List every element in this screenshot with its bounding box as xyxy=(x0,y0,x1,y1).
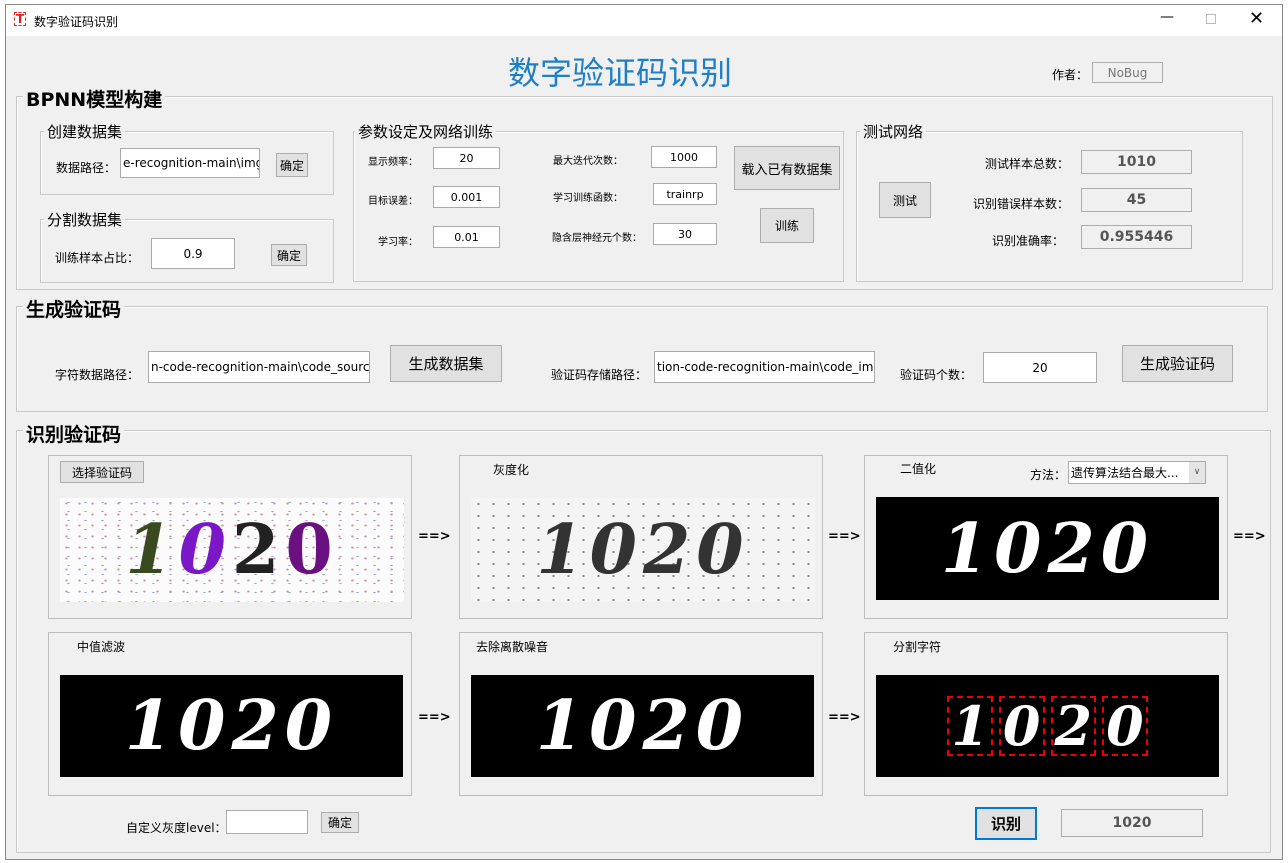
store-path-input[interactable]: tion-code-recognition-main\code_img\ xyxy=(654,351,875,383)
select-captcha-button[interactable]: 选择验证码 xyxy=(60,461,144,483)
goal-input[interactable]: 0.001 xyxy=(433,186,500,208)
load-dataset-button[interactable]: 载入已有数据集 xyxy=(734,146,840,190)
median-captcha-image: 1020 xyxy=(60,675,403,777)
goal-label: 目标误差： xyxy=(368,196,418,207)
accuracy-value: 0.955446 xyxy=(1081,225,1192,249)
char-path-input[interactable]: n-code-recognition-main\code_source\ xyxy=(148,351,370,383)
custom-gray-confirm-button[interactable]: 确定 xyxy=(321,812,359,833)
original-captcha-image: 1020 xyxy=(60,498,404,602)
median-label: 中值滤波 xyxy=(77,640,126,654)
denoise-label: 去除离散噪音 xyxy=(476,640,549,654)
captcha-count-input[interactable]: 20 xyxy=(983,352,1097,383)
binary-label: 二值化 xyxy=(900,462,937,476)
maximize-button[interactable] xyxy=(1206,14,1216,24)
hidden-neurons-input[interactable]: 30 xyxy=(653,223,717,245)
recognize-panel-title: 识别验证码 xyxy=(23,420,125,447)
close-button[interactable]: ✕ xyxy=(1249,8,1264,29)
page-title: 数字验证码识别 xyxy=(508,54,733,92)
char-path-label: 字符数据路径： xyxy=(55,368,140,382)
segmented-digit: 0 xyxy=(998,696,1045,756)
test-title: 测试网络 xyxy=(860,121,927,142)
captcha-digit: 0 xyxy=(178,510,232,590)
title-bar: T 数字验证码识别 — ✕ xyxy=(6,5,1282,36)
gray-label: 灰度化 xyxy=(493,463,530,477)
denoise-captcha-image: 1020 xyxy=(471,675,814,777)
custom-gray-label: 自定义灰度level： xyxy=(126,821,227,835)
create-dataset-confirm-button[interactable]: 确定 xyxy=(276,153,308,177)
chevron-down-icon: ∨ xyxy=(1189,462,1205,483)
train-ratio-input[interactable]: 0.9 xyxy=(151,238,235,269)
params-title: 参数设定及网络训练 xyxy=(355,121,497,142)
arrow-3: ==> xyxy=(1233,529,1266,544)
captcha-digit: 0 xyxy=(285,510,339,590)
captcha-digit: 2 xyxy=(232,510,286,590)
train-button[interactable]: 训练 xyxy=(760,208,814,243)
segment-label: 分割字符 xyxy=(893,640,942,654)
segmented-digit: 2 xyxy=(1050,696,1097,756)
gray-captcha-image: 1020 xyxy=(471,498,815,602)
data-path-label: 数据路径： xyxy=(56,161,117,175)
create-dataset-title: 创建数据集 xyxy=(44,121,126,142)
app-logo-icon: T xyxy=(14,12,27,26)
bpnn-panel-title: BPNN模型构建 xyxy=(23,85,166,112)
captcha-count-label: 验证码个数： xyxy=(900,368,973,382)
train-ratio-label: 训练样本占比： xyxy=(55,251,140,265)
lr-label: 学习率： xyxy=(378,237,418,248)
trainfcn-input[interactable]: trainrp xyxy=(653,183,717,205)
method-label: 方法： xyxy=(1030,468,1067,482)
minimize-button[interactable]: — xyxy=(1160,9,1174,25)
segment-captcha-image: 1020 xyxy=(876,675,1219,777)
author-label: 作者： xyxy=(1052,68,1089,82)
epochs-input[interactable]: 1000 xyxy=(651,146,717,168)
recognition-result: 1020 xyxy=(1061,809,1203,837)
arrow-1: ==> xyxy=(418,529,451,544)
window-title: 数字验证码识别 xyxy=(34,15,119,29)
segmented-digit: 0 xyxy=(1102,696,1148,756)
show-freq-input[interactable]: 20 xyxy=(433,147,500,169)
hidden-neurons-label: 隐含层神经元个数： xyxy=(552,233,642,244)
generate-panel-title: 生成验证码 xyxy=(23,295,125,322)
generate-dataset-button[interactable]: 生成数据集 xyxy=(390,345,502,382)
split-confirm-button[interactable]: 确定 xyxy=(271,244,307,266)
error-samples-label: 识别错误样本数： xyxy=(973,197,1070,211)
trainfcn-label: 学习训练函数： xyxy=(553,193,623,204)
arrow-4: ==> xyxy=(418,710,451,725)
custom-gray-input[interactable] xyxy=(226,810,308,834)
error-samples-value: 45 xyxy=(1081,188,1192,212)
binary-captcha-image: 1020 xyxy=(876,497,1219,600)
total-samples-label: 测试样本总数： xyxy=(985,157,1070,171)
segmented-digit: 1 xyxy=(947,696,993,756)
author-field: NoBug xyxy=(1092,62,1163,83)
total-samples-value: 1010 xyxy=(1081,150,1192,174)
epochs-label: 最大迭代次数： xyxy=(553,156,623,167)
method-dropdown[interactable]: 遗传算法结合最大... ∨ xyxy=(1068,461,1206,484)
accuracy-label: 识别准确率： xyxy=(992,234,1065,248)
lr-input[interactable]: 0.01 xyxy=(433,226,500,248)
method-selected: 遗传算法结合最大... xyxy=(1071,466,1179,480)
split-dataset-title: 分割数据集 xyxy=(44,209,126,230)
arrow-5: ==> xyxy=(828,710,861,725)
captcha-digit: 1 xyxy=(125,510,179,590)
data-path-input[interactable]: e-recognition-main\img\ xyxy=(120,148,260,178)
generate-captcha-button[interactable]: 生成验证码 xyxy=(1122,345,1233,382)
show-freq-label: 显示频率： xyxy=(368,157,418,168)
test-button[interactable]: 测试 xyxy=(879,182,931,218)
store-path-label: 验证码存储路径： xyxy=(551,368,648,382)
recognize-button[interactable]: 识别 xyxy=(975,807,1037,840)
arrow-2: ==> xyxy=(828,529,861,544)
